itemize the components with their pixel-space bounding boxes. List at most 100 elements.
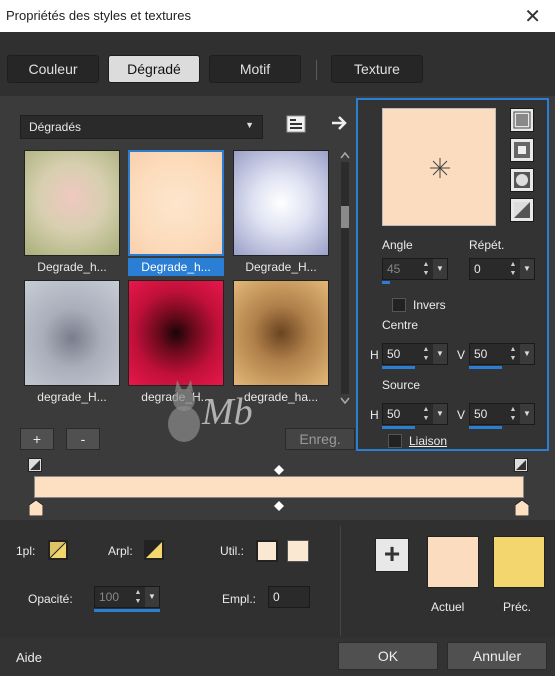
center-v-value: 50: [474, 347, 488, 361]
use-label: Util.:: [220, 544, 244, 558]
spin-updown-icon[interactable]: ▲ ▼: [421, 260, 431, 278]
center-h-slider[interactable]: [382, 366, 415, 369]
angle-field[interactable]: 45 ▲ ▼ ▼: [382, 258, 448, 280]
chevron-down-icon: ▼: [245, 120, 254, 130]
previous-color-label: Préc.: [503, 600, 532, 614]
linear-gradient-icon[interactable]: [510, 108, 534, 132]
opacity-field[interactable]: 100 ▲ ▼ ▼: [94, 586, 160, 608]
gradient-thumbnail-selected[interactable]: Degrade_h...: [128, 150, 224, 276]
thumbnail-scrollbar[interactable]: [339, 150, 351, 406]
source-v-field[interactable]: 50 ▲ ▼ ▼: [469, 403, 535, 425]
gradient-swatch: [24, 150, 120, 256]
use-color-swatch-1[interactable]: [256, 540, 278, 562]
close-icon[interactable]: ✕: [524, 4, 541, 29]
center-marker-icon[interactable]: [428, 156, 452, 180]
source-v-value: 50: [474, 407, 488, 421]
help-button[interactable]: Aide: [16, 650, 42, 665]
spin-updown-icon[interactable]: ▲ ▼: [421, 345, 431, 363]
angle-slider[interactable]: [382, 281, 390, 284]
chevron-down-icon[interactable]: ▼: [433, 344, 447, 364]
source-v-label: V: [457, 408, 466, 422]
title-bar: Propriétés des styles et textures ✕: [0, 0, 555, 32]
gradient-thumbnail[interactable]: degrade_H...: [24, 280, 120, 406]
tab-couleur[interactable]: Couleur: [7, 55, 99, 83]
center-label: Centre: [382, 318, 419, 332]
gradient-preview[interactable]: [382, 108, 496, 226]
thumbnail-label: Degrade_h...: [37, 260, 107, 274]
arrange-color-icon[interactable]: [144, 540, 164, 560]
tab-texture[interactable]: Texture: [331, 55, 423, 83]
repeat-value: 0: [474, 262, 481, 276]
source-h-slider[interactable]: [382, 426, 415, 429]
opacity-slider[interactable]: [94, 609, 160, 612]
gradient-menu-icon[interactable]: [286, 115, 306, 133]
gradient-thumbnail[interactable]: Degrade_h...: [24, 150, 120, 276]
chevron-down-icon[interactable]: ▼: [433, 404, 447, 424]
angle-value: 45: [387, 262, 401, 276]
invert-label: Invers: [413, 298, 446, 312]
end-color-stop-icon[interactable]: [514, 499, 530, 517]
gradient-set-value: Dégradés: [29, 120, 82, 134]
repeat-label: Répét.: [469, 238, 505, 252]
chevron-down-icon[interactable]: ▼: [520, 344, 534, 364]
gradient-bar[interactable]: [34, 476, 524, 498]
opacity-midpoint-icon[interactable]: [274, 464, 284, 475]
center-h-label: H: [370, 348, 379, 362]
start-color-stop-icon[interactable]: [28, 499, 44, 517]
sunburst-gradient-icon[interactable]: [510, 198, 534, 222]
previous-color-swatch[interactable]: [493, 536, 545, 588]
use-color-swatch-2[interactable]: [287, 540, 309, 562]
center-h-value: 50: [387, 347, 401, 361]
thumbnail-label: Degrade_H...: [245, 260, 317, 274]
source-label: Source: [382, 378, 421, 392]
spin-updown-icon[interactable]: ▲ ▼: [421, 405, 431, 423]
start-stop-marker-icon[interactable]: [28, 458, 42, 472]
add-color-button[interactable]: +: [375, 538, 409, 572]
source-h-field[interactable]: 50 ▲ ▼ ▼: [382, 403, 448, 425]
chevron-down-icon[interactable]: ▼: [145, 587, 159, 607]
center-v-field[interactable]: 50 ▲ ▼ ▼: [469, 343, 535, 365]
arrow-right-icon[interactable]: [330, 113, 350, 133]
color-midpoint-icon[interactable]: [274, 500, 284, 511]
tab-separator: [316, 60, 317, 80]
spin-updown-icon[interactable]: ▲ ▼: [508, 405, 518, 423]
source-h-label: H: [370, 408, 379, 422]
current-color-swatch[interactable]: [427, 536, 479, 588]
opacity-value: 100: [99, 590, 120, 604]
gradient-swatch: [128, 150, 224, 256]
angle-label: Angle: [382, 238, 413, 252]
save-gradient-button[interactable]: Enreg.: [285, 428, 355, 450]
repeat-field[interactable]: 0 ▲ ▼ ▼: [469, 258, 535, 280]
gradient-set-dropdown[interactable]: Dégradés ▼: [20, 115, 263, 139]
first-color-icon[interactable]: [48, 540, 68, 560]
end-stop-marker-icon[interactable]: [514, 458, 528, 472]
add-gradient-button[interactable]: +: [20, 428, 54, 450]
opacity-label: Opacité:: [28, 592, 73, 606]
center-v-slider[interactable]: [469, 366, 502, 369]
spin-updown-icon[interactable]: ▲ ▼: [133, 588, 143, 606]
invert-checkbox[interactable]: [392, 298, 406, 312]
gradient-thumbnail[interactable]: Degrade_H...: [233, 150, 329, 276]
source-v-slider[interactable]: [469, 426, 502, 429]
cancel-button[interactable]: Annuler: [447, 642, 547, 670]
spin-updown-icon[interactable]: ▲ ▼: [508, 345, 518, 363]
radial-gradient-icon[interactable]: [510, 168, 534, 192]
chevron-down-icon[interactable]: ▼: [433, 259, 447, 279]
watermark-logo: Mb: [150, 372, 260, 452]
location-field[interactable]: 0: [268, 586, 310, 608]
tab-motif[interactable]: Motif: [209, 55, 301, 83]
location-label: Empl.:: [222, 592, 257, 606]
tab-degrade[interactable]: Dégradé: [108, 55, 200, 83]
rectangular-gradient-icon[interactable]: [510, 138, 534, 162]
chevron-down-icon[interactable]: ▼: [520, 259, 534, 279]
center-v-label: V: [457, 348, 466, 362]
center-h-field[interactable]: 50 ▲ ▼ ▼: [382, 343, 448, 365]
previous-color-fill: [494, 537, 544, 587]
gradient-swatch: [233, 150, 329, 256]
link-checkbox[interactable]: [388, 434, 402, 448]
remove-gradient-button[interactable]: -: [66, 428, 100, 450]
thumbnail-label: Degrade_h...: [128, 258, 224, 276]
chevron-down-icon[interactable]: ▼: [520, 404, 534, 424]
spin-updown-icon[interactable]: ▲ ▼: [508, 260, 518, 278]
ok-button[interactable]: OK: [338, 642, 438, 670]
